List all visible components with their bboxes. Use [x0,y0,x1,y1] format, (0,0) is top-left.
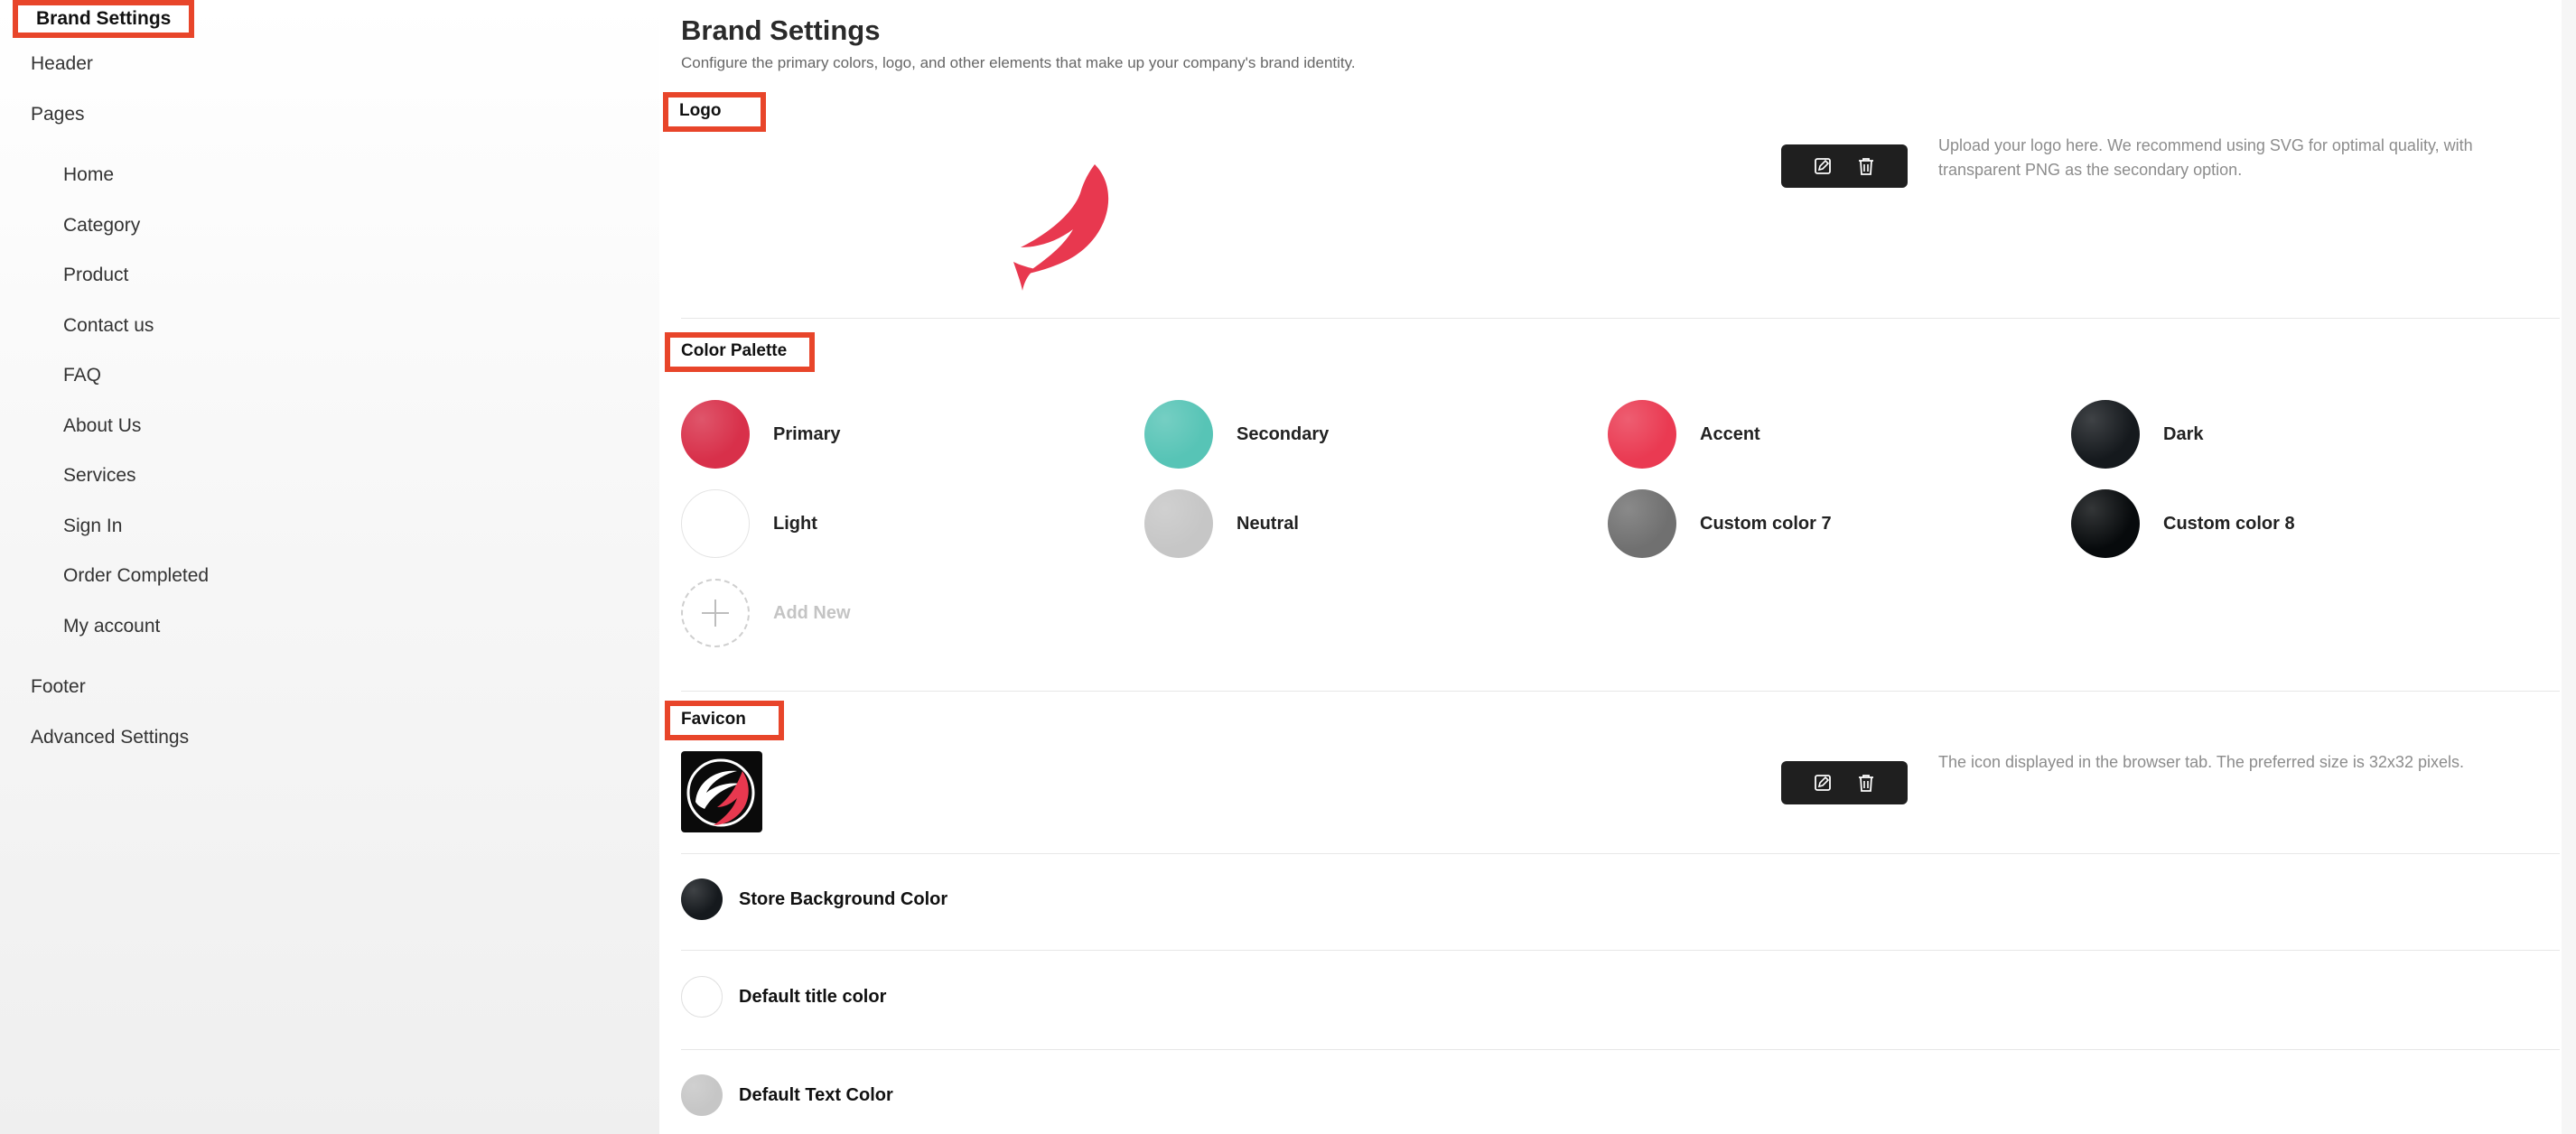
palette-swatch[interactable] [1608,400,1676,469]
logo-section-label: Logo [663,92,766,132]
logo-toolbar [1781,144,1908,188]
page-title: Brand Settings [681,14,881,46]
sidebar-item-brand-settings[interactable]: Brand Settings [13,0,195,38]
palette-item-dark[interactable]: Dark [2071,400,2203,469]
sidebar-page-faq[interactable]: FAQ [63,365,101,386]
store-background-color-swatch[interactable] [681,878,723,920]
favicon-image [681,751,762,832]
default-title-color-swatch[interactable] [681,976,723,1018]
favicon-help-text: The icon displayed in the browser tab. T… [1938,753,2464,771]
palette-swatch[interactable] [1144,400,1213,469]
sidebar-page-contact-us[interactable]: Contact us [63,315,154,337]
palette-swatch[interactable] [681,400,750,469]
palette-item-custom-7[interactable]: Custom color 7 [1608,489,1832,558]
sidebar-page-services[interactable]: Services [63,465,136,487]
store-background-color-row[interactable]: Store Background Color [681,878,947,920]
favicon-divider [681,853,2560,854]
sidebar-item-header[interactable]: Header [31,53,93,75]
default-text-color-row[interactable]: Default Text Color [681,1074,893,1116]
palette-color-name: Secondary [1237,423,1330,444]
palette-item-custom-8[interactable]: Custom color 8 [2071,489,2295,558]
palette-swatch[interactable] [2071,489,2140,558]
sidebar-page-product[interactable]: Product [63,265,128,286]
store-background-color-label: Store Background Color [739,888,948,909]
palette-color-name: Neutral [1237,513,1299,534]
palette-add-new[interactable]: Add New [681,579,851,647]
palette-color-name: Dark [2163,423,2204,444]
page-subtitle: Configure the primary colors, logo, and … [681,54,1356,71]
favicon-section-label: Favicon [665,701,784,740]
palette-color-name: Light [773,513,817,534]
palette-swatch[interactable] [1608,489,1676,558]
palette-item-light[interactable]: Light [681,489,817,558]
edit-icon [1815,158,1831,174]
favicon-delete-button[interactable] [1854,771,1878,795]
palette-swatch[interactable] [2071,400,2140,469]
sidebar: Brand Settings Header Pages Home Categor… [0,0,659,1134]
favicon-toolbar [1781,761,1908,804]
palette-swatch[interactable] [1144,489,1213,558]
app-root: Brand Settings Header Pages Home Categor… [0,0,2576,1134]
palette-item-primary[interactable]: Primary [681,400,841,469]
palette-item-neutral[interactable]: Neutral [1144,489,1299,558]
palette-item-accent[interactable]: Accent [1608,400,1760,469]
trash-icon [1859,775,1873,792]
palette-color-name: Custom color 8 [2163,513,2295,534]
palette-color-name: Primary [773,423,841,444]
palette-color-name: Custom color 7 [1700,513,1832,534]
sidebar-page-about-us[interactable]: About Us [63,415,141,437]
sidebar-page-home[interactable]: Home [63,164,114,186]
favicon-edit-button[interactable] [1811,771,1834,795]
default-text-color-swatch[interactable] [681,1074,723,1116]
row-divider [681,1049,2560,1050]
default-title-color-label: Default title color [739,986,887,1007]
sidebar-item-pages[interactable]: Pages [31,104,85,125]
add-new-label: Add New [773,602,851,623]
right-gutter [2562,0,2576,1134]
logo-edit-button[interactable] [1811,154,1834,178]
palette-divider [681,691,2560,692]
logo-help-text: Upload your logo here. We recommend usin… [1938,136,2473,179]
default-text-color-label: Default Text Color [739,1084,893,1105]
logo-delete-button[interactable] [1854,154,1878,178]
palette-item-secondary[interactable]: Secondary [1144,400,1329,469]
brand-logo [994,161,1129,296]
sidebar-page-my-account[interactable]: My account [63,616,160,637]
sidebar-item-advanced-settings[interactable]: Advanced Settings [31,727,189,748]
sidebar-page-category[interactable]: Category [63,215,140,237]
palette-swatch[interactable] [681,489,750,558]
main-panel: Brand Settings Configure the primary col… [659,0,2562,1134]
default-title-color-row[interactable]: Default title color [681,976,886,1018]
trash-icon [1859,158,1873,175]
sidebar-page-order-completed[interactable]: Order Completed [63,565,209,587]
palette-color-name: Accent [1700,423,1760,444]
edit-icon [1815,775,1831,791]
plus-icon [702,600,729,627]
palette-section-label: Color Palette [665,332,815,372]
add-color-button[interactable] [681,579,750,647]
row-divider [681,950,2560,951]
sidebar-item-footer[interactable]: Footer [31,676,86,698]
sidebar-page-sign-in[interactable]: Sign In [63,516,122,537]
logo-divider [681,318,2560,319]
